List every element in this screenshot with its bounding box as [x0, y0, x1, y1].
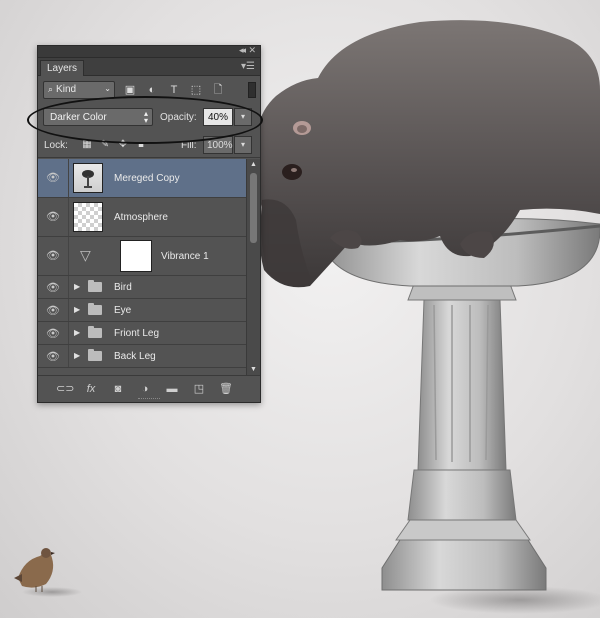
- new-group-icon[interactable]: ▬: [164, 381, 180, 397]
- eye-icon[interactable]: 👁︎: [44, 249, 62, 262]
- fill-input[interactable]: 100%: [203, 136, 233, 154]
- folder-icon: [88, 349, 102, 361]
- scroll-up-icon[interactable]: ▲: [250, 161, 257, 168]
- fx-icon[interactable]: fx: [83, 381, 99, 397]
- layer-row[interactable]: 👁︎ ▶ Bird: [38, 276, 246, 299]
- layer-mask-thumbnail[interactable]: [120, 240, 152, 272]
- filter-toggle[interactable]: [248, 82, 256, 98]
- link-icon[interactable]: ⊂⊃: [56, 381, 74, 397]
- search-icon: ⌕: [48, 84, 54, 94]
- adjustment-layer-icon[interactable]: ◑: [137, 381, 153, 397]
- adjustment-filter-icon[interactable]: ◐: [144, 82, 160, 98]
- scroll-thumb[interactable]: [250, 173, 257, 243]
- fill-dropdown-button[interactable]: ▾: [234, 136, 252, 154]
- layer-thumbnail: [73, 202, 103, 232]
- lock-brush-icon[interactable]: ✎: [98, 137, 112, 153]
- eye-icon[interactable]: 👁︎: [44, 304, 62, 317]
- lock-icons: ▦ ✎ ✥ 🔒︎: [80, 137, 148, 153]
- layer-name: Vibrance 1: [161, 251, 209, 262]
- eye-icon[interactable]: 👁︎: [44, 327, 62, 340]
- bottom-bar-icons: ⊂⊃ fx ◙ ◑ ▬ ◳ 🗑︎: [56, 381, 234, 397]
- scroll-down-icon[interactable]: ▼: [250, 366, 257, 373]
- chevron-down-icon: ⌄: [104, 84, 111, 93]
- layers-bottom-bar: ⊂⊃ fx ◙ ◑ ▬ ◳ 🗑︎: [38, 375, 260, 402]
- layer-thumbnail: [73, 163, 103, 193]
- layer-row[interactable]: 👁︎ ▶ Eye: [38, 299, 246, 322]
- layer-row[interactable]: 👁︎ ▽ Vibrance 1: [38, 237, 246, 276]
- fill-label: Fill:: [181, 140, 197, 151]
- layer-row[interactable]: 👁︎ Atmosphere: [38, 198, 246, 237]
- image-filter-icon[interactable]: ▣: [122, 82, 138, 98]
- expand-triangle-icon[interactable]: ▶: [74, 351, 80, 360]
- layer-row[interactable]: 👁︎ ▶ Friont Leg: [38, 322, 246, 345]
- blend-mode-value: Darker Color: [50, 112, 107, 123]
- expand-triangle-icon[interactable]: ▶: [74, 305, 80, 314]
- layer-row[interactable]: 👁︎ Mereged Copy: [38, 159, 246, 198]
- shape-filter-icon[interactable]: ⬚: [188, 82, 204, 98]
- panel-menu-icon[interactable]: ▾☰: [241, 61, 255, 72]
- eye-divider: [68, 198, 69, 236]
- birdbath: [321, 217, 600, 591]
- close-icon[interactable]: ✕: [248, 45, 256, 56]
- layer-name: Friont Leg: [114, 328, 160, 339]
- kind-filter-select[interactable]: ⌕ Kind ⌄: [43, 81, 115, 99]
- tree-thumbnail-icon: [82, 170, 94, 188]
- kind-filter-label: Kind: [56, 84, 77, 95]
- panel-title-strip: ◂◂ ✕: [38, 45, 260, 58]
- lock-row: Lock: ▦ ✎ ✥ 🔒︎ Fill: 100% ▾: [38, 132, 260, 158]
- lock-all-icon[interactable]: 🔒︎: [134, 137, 148, 153]
- folder-icon: [88, 303, 102, 315]
- opacity-dropdown-button[interactable]: ▾: [234, 108, 252, 126]
- expand-triangle-icon[interactable]: ▶: [74, 328, 80, 337]
- layers-scrollbar[interactable]: ▲ ▼: [246, 159, 260, 375]
- eye-divider: [68, 159, 69, 197]
- filter-row: ⌕ Kind ⌄ ▣ ◐ T ⬚ 🗋: [38, 77, 260, 103]
- folder-icon: [88, 280, 102, 292]
- panel-resize-grip[interactable]: [138, 398, 160, 400]
- lock-position-icon[interactable]: ✥: [116, 137, 130, 153]
- double-chevron-icon[interactable]: ◂◂: [239, 45, 246, 56]
- eye-divider: [68, 299, 69, 321]
- layer-name: Atmosphere: [114, 212, 168, 223]
- layer-name: Eye: [114, 305, 132, 316]
- layer-name: Mereged Copy: [114, 173, 180, 184]
- sparrow: [14, 548, 82, 597]
- layers-list: 👁︎ Mereged Copy 👁︎ Atmosphere 👁︎ ▽ Vibra…: [38, 159, 246, 375]
- up-down-chevron-icon: ▴ ▾: [143, 109, 148, 125]
- filter-icons: ▣ ◐ T ⬚ 🗋: [122, 82, 226, 98]
- eye-icon[interactable]: 👁︎: [44, 281, 62, 294]
- layer-name: Bird: [114, 282, 132, 293]
- type-filter-icon[interactable]: T: [166, 82, 182, 98]
- eye-divider: [68, 322, 69, 344]
- eye-divider: [68, 237, 69, 275]
- folder-icon: [88, 326, 102, 338]
- tab-layers[interactable]: Layers: [40, 60, 85, 76]
- lock-label: Lock:: [44, 140, 68, 151]
- eye-icon[interactable]: 👁︎: [44, 210, 62, 223]
- opacity-input[interactable]: 40%: [203, 108, 233, 126]
- mask-icon[interactable]: ◙: [110, 381, 126, 397]
- eye-icon[interactable]: 👁︎: [44, 171, 62, 184]
- layers-panel: ◂◂ ✕ Layers ▾☰ ⌕ Kind ⌄ ▣ ◐ T ⬚ 🗋 Darker …: [37, 45, 261, 403]
- layer-row[interactable]: 👁︎ ▶ Back Leg: [38, 345, 246, 368]
- eye-icon[interactable]: 👁︎: [44, 350, 62, 363]
- lock-transparent-icon[interactable]: ▦: [80, 137, 94, 153]
- trash-icon[interactable]: 🗑︎: [218, 381, 234, 397]
- smart-object-filter-icon[interactable]: 🗋: [210, 82, 226, 98]
- eye-divider: [68, 345, 69, 367]
- layer-name: Back Leg: [114, 351, 156, 362]
- blend-mode-select[interactable]: Darker Color ▴ ▾: [43, 108, 153, 126]
- new-layer-icon[interactable]: ◳: [191, 381, 207, 397]
- eye-divider: [68, 276, 69, 298]
- vibrance-adjustment-icon: ▽: [80, 247, 91, 263]
- tab-layers-label: Layers: [47, 63, 78, 74]
- panel-tabbar: Layers ▾☰: [38, 58, 260, 76]
- expand-triangle-icon[interactable]: ▶: [74, 282, 80, 291]
- opacity-label: Opacity:: [160, 112, 197, 123]
- blend-row: Darker Color ▴ ▾ Opacity: 40% ▾: [38, 104, 260, 130]
